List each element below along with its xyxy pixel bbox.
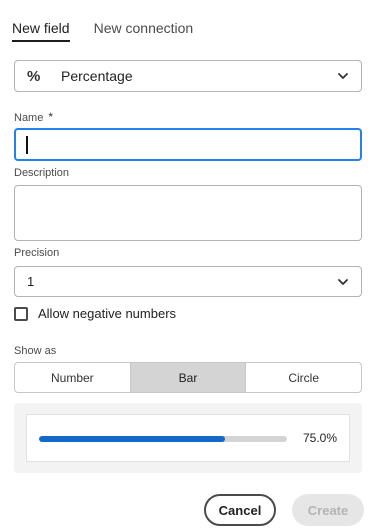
show-as-number[interactable]: Number [15,363,131,392]
tab-new-connection[interactable]: New connection [94,18,194,44]
chevron-down-icon [338,278,348,285]
preview-panel: 75.0% [14,403,362,473]
show-as-circle[interactable]: Circle [246,363,361,392]
description-input[interactable] [14,185,362,241]
precision-select[interactable]: 1 [14,266,362,297]
chevron-down-icon [338,73,348,79]
preview-card: 75.0% [26,414,350,462]
required-mark: * [48,110,54,124]
show-as-label: Show as [14,345,57,357]
percent-icon: % [27,67,41,85]
show-as-segmented-control: Number Bar Circle [14,362,362,393]
field-type-value: Percentage [61,68,133,84]
name-label: Name * [14,110,53,124]
tab-new-field[interactable]: New field [12,18,70,44]
precision-value: 1 [27,274,35,289]
field-type-select[interactable]: % Percentage [14,60,362,92]
progress-bar-track [39,436,287,442]
precision-label: Precision [14,247,60,259]
progress-value: 75.0% [302,431,337,445]
allow-negative-row[interactable]: Allow negative numbers [14,306,176,321]
text-caret [26,136,28,154]
description-label: Description [14,167,70,179]
allow-negative-checkbox[interactable] [14,306,28,321]
name-input[interactable] [14,128,362,161]
allow-negative-label: Allow negative numbers [38,306,177,321]
progress-bar-fill [39,436,225,442]
cancel-button[interactable]: Cancel [204,494,276,526]
show-as-bar[interactable]: Bar [130,363,247,392]
create-button[interactable]: Create [292,494,364,526]
tab-bar: New field New connection [12,18,217,44]
name-label-text: Name [14,112,44,124]
